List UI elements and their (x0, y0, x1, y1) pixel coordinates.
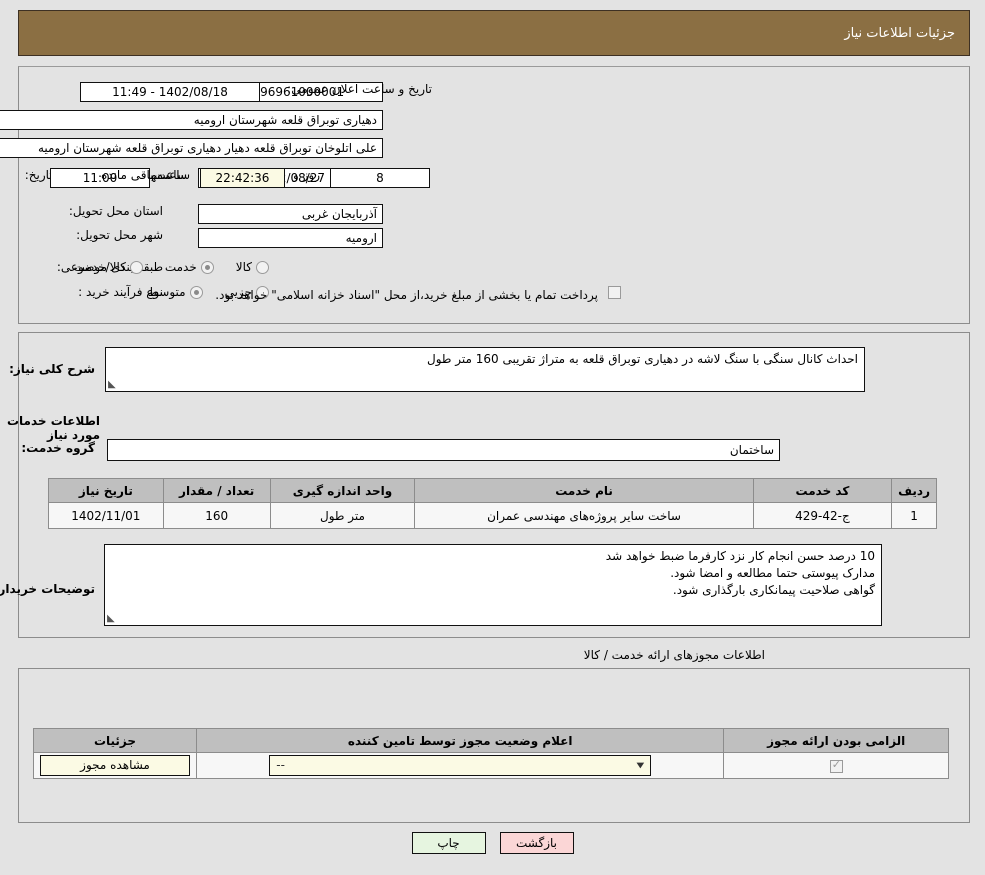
description-textarea[interactable]: احداث کانال سنگی با سنگ لاشه در دهیاری ت… (105, 347, 865, 392)
services-col-header: واحد اندازه گیری (269, 478, 416, 503)
services-table: ردیف کد خدمت نام خدمت واحد اندازه گیری تعداد… (48, 478, 937, 529)
countdown-unit-wrap: ساعت باقی مانده (96, 168, 195, 182)
city-row: شهر محل تحویل: (70, 228, 163, 242)
permit-status-select[interactable]: ▼ -- (269, 755, 652, 776)
services-table-header-row: ردیف کد خدمت نام خدمت واحد اندازه گیری تعداد… (48, 478, 937, 503)
permit-required-checkbox[interactable] (829, 758, 843, 773)
countdown-timer-value: 22:42:36 (200, 168, 285, 188)
window-title-bar: جزئیات اطلاعات نیاز (18, 10, 970, 56)
permits-table: الزامی بودن ارائه مجوز اعلام وضعیت مجوز ت… (32, 728, 949, 779)
page-root: ⤓ AnaTender.net جزئیات اطلاعات نیاز شمار… (0, 0, 985, 875)
resize-grip-icon-notes[interactable]: ◢ (107, 613, 117, 624)
description-label: شرح کلی نیاز: (9, 362, 95, 376)
city-label: شهر محل تحویل: (76, 228, 163, 242)
buyer-note-line-1: مدارک پیوستی حتما مطالعه و امضا شود. (670, 566, 875, 580)
creator-field-wrap: علی اتلوخان توبراق قلعه دهیار دهیاری توب… (0, 138, 383, 158)
treasury-checkbox-wrap[interactable] (604, 286, 625, 299)
days-unit-wrap: روز و (288, 168, 325, 182)
permit-status-cell: ▼ -- (196, 752, 725, 779)
treasury-checkbox[interactable] (608, 286, 621, 299)
announce-label-wrap: تاریخ و ساعت اعلان عمومی: (281, 82, 432, 96)
permits-col-header: جزئیات (32, 728, 198, 753)
services-table-cell: ج-42-429 (752, 502, 893, 529)
services-table-row: 1 ج-42-429 ساخت سایر پروژه‌های مهندسی عمرا… (48, 502, 937, 529)
service-group-label-wrap: گروه خدمت: (15, 441, 95, 455)
category-option-1[interactable]: خدمت (165, 260, 218, 274)
category-option-2[interactable]: کالا/خدمت (74, 260, 147, 274)
treasury-note-wrap: پرداخت تمام یا بخشی از مبلغ خرید،از محل … (210, 288, 603, 302)
days-unit-label: روز و (293, 168, 320, 182)
category-option-0[interactable]: کالا (236, 260, 273, 274)
buyer-org-field-wrap: دهیاری توبراق قلعه شهرستان ارومیه (0, 110, 383, 130)
services-table-cell: 160 (162, 502, 271, 529)
province-label: استان محل تحویل: (68, 204, 163, 218)
treasury-note-text: پرداخت تمام یا بخشی از مبلغ خرید،از محل … (215, 288, 598, 302)
footer-actions: بازگشت چاپ (0, 832, 985, 854)
province-field-wrap: آذربایجان غربی (198, 204, 383, 224)
announce-date-value[interactable]: 1402/08/18 - 11:49 (80, 82, 260, 102)
services-col-header: تعداد / مقدار (162, 478, 271, 503)
buyer-note-line-2: 10 درصد حسن انجام کار نزد کارفرما ضبط خو… (605, 549, 875, 563)
permit-required-cell (723, 752, 949, 779)
buyer-notes-label-wrap: توضیحات خریدار: (0, 582, 95, 596)
description-value: احداث کانال سنگی با سنگ لاشه در دهیاری ت… (426, 352, 858, 366)
services-col-header: نام خدمت (414, 478, 754, 503)
permits-col-header: الزامی بودن ارائه مجوز (723, 728, 949, 753)
countdown-wrap: 22:42:36 (200, 168, 285, 188)
services-table-cell: 1402/11/01 (48, 502, 164, 529)
services-table-cell: متر طول (269, 502, 416, 529)
services-heading: اطلاعات خدمات مورد نیاز (6, 414, 100, 442)
category-label-2: کالا/خدمت (73, 260, 126, 274)
permits-table-row: ▼ -- مشاهده مجوز (32, 752, 949, 779)
permit-detail-cell: مشاهده مجوز (32, 752, 198, 779)
chevron-down-icon: ▼ (636, 761, 645, 770)
print-button[interactable]: چاپ (411, 832, 486, 854)
days-value-wrap: 8 (330, 168, 430, 188)
creator-value[interactable]: علی اتلوخان توبراق قلعه دهیار دهیاری توب… (0, 138, 383, 158)
services-col-header: کد خدمت (752, 478, 893, 503)
permit-status-value: -- (276, 758, 285, 772)
permits-heading: اطلاعات مجوزهای ارائه خدمت / کالا (583, 648, 765, 662)
process-label-1: متوسط (147, 285, 186, 299)
category-radio-0[interactable] (256, 260, 269, 274)
announce-field-wrap: 1402/08/18 - 11:49 (80, 82, 260, 102)
back-button[interactable]: بازگشت (499, 832, 574, 854)
service-group-value[interactable]: ساختمان (107, 439, 780, 461)
process-option-1[interactable]: متوسط (148, 285, 207, 299)
buyer-notes-label: توضیحات خریدار: (0, 582, 95, 596)
description-label-wrap: شرح کلی نیاز: (3, 362, 95, 376)
services-col-header: ردیف (891, 478, 937, 503)
permits-table-header-row: الزامی بودن ارائه مجوز اعلام وضعیت مجوز ت… (32, 728, 949, 753)
category-options: کالا خدمت کالا/خدمت (56, 260, 273, 274)
province-row: استان محل تحویل: (63, 204, 163, 218)
service-group-label: گروه خدمت: (21, 441, 95, 455)
city-field-wrap: ارومیه (198, 228, 383, 248)
buyer-notes-textarea[interactable]: 10 درصد حسن انجام کار نزد کارفرما ضبط خو… (104, 544, 882, 626)
announce-date-label: تاریخ و ساعت اعلان عمومی: (287, 82, 432, 96)
category-label-0: کالا (235, 260, 252, 274)
services-table-cell: 1 (891, 502, 937, 529)
city-value[interactable]: ارومیه (198, 228, 383, 248)
buyer-org-value[interactable]: دهیاری توبراق قلعه شهرستان ارومیه (0, 110, 383, 130)
resize-grip-icon[interactable]: ◢ (108, 379, 118, 390)
page-title: جزئیات اطلاعات نیاز (844, 25, 955, 41)
services-col-header: تاریخ نیاز (48, 478, 164, 503)
buyer-note-line-0: گواهی صلاحیت پیمانکاری بارگذاری شود. (672, 583, 875, 597)
permits-col-header: اعلام وضعیت مجوز توسط تامین کننده (196, 728, 725, 753)
province-value[interactable]: آذربایجان غربی (198, 204, 383, 224)
services-table-body: 1 ج-42-429 ساخت سایر پروژه‌های مهندسی عمرا… (48, 502, 937, 529)
service-group-field-wrap: ساختمان (107, 439, 780, 461)
process-radio-1[interactable] (189, 285, 203, 299)
category-label-1: خدمت (164, 260, 197, 274)
days-remaining-value[interactable]: 8 (330, 168, 430, 188)
countdown-unit-label: ساعت باقی مانده (100, 168, 190, 182)
category-radio-1[interactable] (200, 260, 214, 274)
view-permit-button[interactable]: مشاهده مجوز (40, 755, 191, 776)
category-radio-2[interactable] (129, 260, 143, 274)
services-table-cell: ساخت سایر پروژه‌های مهندسی عمران (414, 502, 754, 529)
